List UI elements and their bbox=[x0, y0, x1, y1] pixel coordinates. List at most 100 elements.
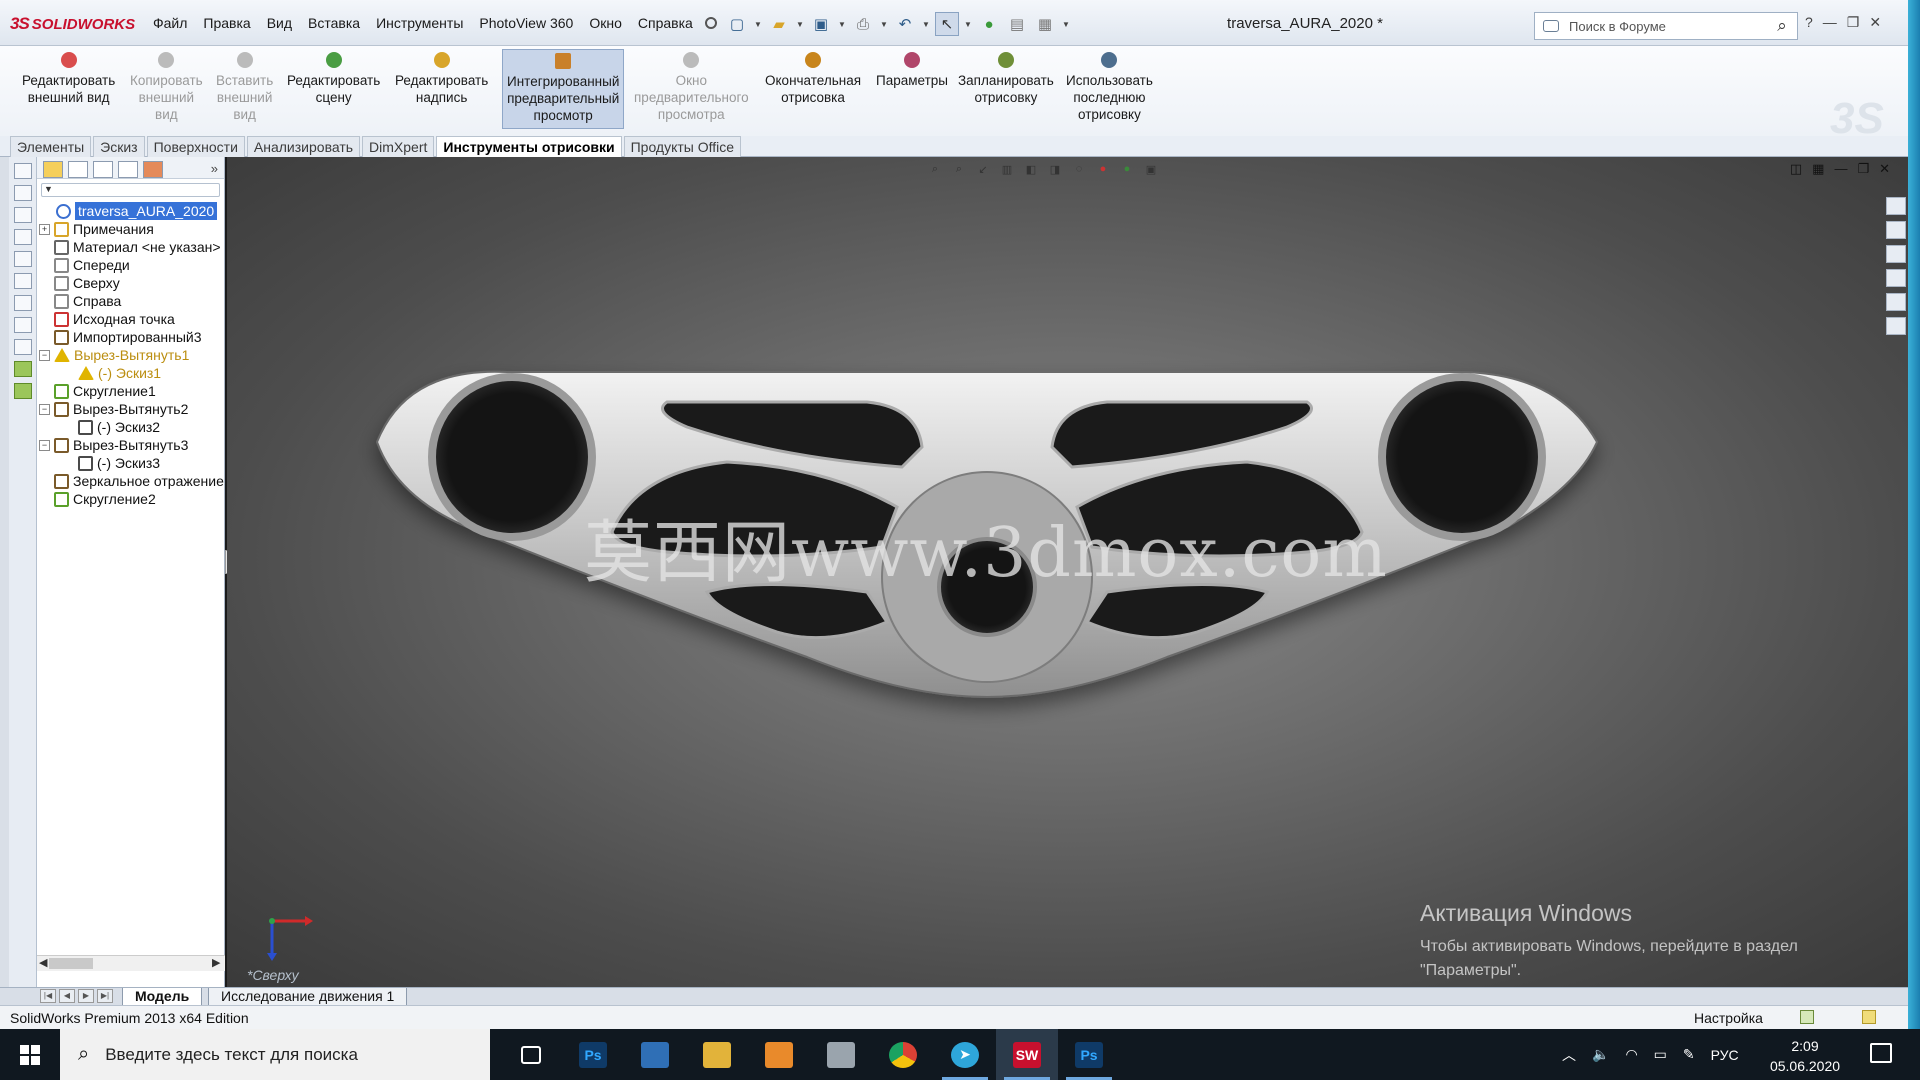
menu-help[interactable]: Справка bbox=[630, 8, 701, 38]
minimize-icon[interactable]: — bbox=[1823, 14, 1837, 31]
design-library-icon[interactable] bbox=[1886, 221, 1906, 239]
solidworks-resources-icon[interactable] bbox=[1886, 197, 1906, 215]
print-dropdown-icon[interactable]: ▼ bbox=[879, 20, 889, 29]
new-dropdown-icon[interactable]: ▼ bbox=[753, 20, 763, 29]
open-dropdown-icon[interactable]: ▼ bbox=[795, 20, 805, 29]
feature-manager-tab-icon[interactable] bbox=[43, 161, 63, 178]
viewport-restore-icon[interactable]: ❐ bbox=[1857, 161, 1869, 177]
printer-app[interactable] bbox=[810, 1029, 872, 1080]
split-vertical-icon[interactable]: ▦ bbox=[1812, 161, 1824, 177]
edit-appearance-hud-icon[interactable]: ● bbox=[1095, 161, 1111, 177]
file-properties-icon[interactable]: ▤ bbox=[1005, 12, 1029, 36]
first-tab-icon[interactable]: |◀ bbox=[40, 989, 56, 1003]
configuration-manager-tab-icon[interactable] bbox=[93, 161, 113, 178]
previous-view-icon[interactable]: ↙ bbox=[975, 161, 991, 177]
paste-appearance-button[interactable]: Вставить внешний вид bbox=[216, 52, 273, 123]
options-button[interactable]: Параметры bbox=[876, 52, 948, 89]
customize-menu[interactable]: Настройка bbox=[1694, 1010, 1763, 1026]
schedule-render-button[interactable]: Запланировать отрисовку bbox=[958, 52, 1054, 106]
tab-render-tools[interactable]: Инструменты отрисовки bbox=[436, 136, 622, 157]
copy-appearance-button[interactable]: Копировать внешний вид bbox=[130, 52, 203, 123]
network-icon[interactable]: ◠ bbox=[1625, 1046, 1637, 1063]
pen-icon[interactable]: ✎ bbox=[1683, 1046, 1695, 1063]
collapse-icon[interactable]: − bbox=[39, 403, 50, 415]
point-tool-icon[interactable] bbox=[14, 229, 32, 245]
battery-icon[interactable]: ▭ bbox=[1654, 1046, 1667, 1063]
custom-properties-icon[interactable] bbox=[1886, 317, 1906, 335]
options-dropdown-icon[interactable]: ▼ bbox=[1061, 20, 1071, 29]
view-orientation-icon[interactable]: ◧ bbox=[1023, 161, 1039, 177]
status-rebuild-icon[interactable] bbox=[1862, 1010, 1876, 1024]
menu-tools[interactable]: Инструменты bbox=[368, 8, 471, 38]
rebuild-traffic-light-icon[interactable]: ● bbox=[977, 12, 1001, 36]
options-gear-icon[interactable]: ▦ bbox=[1033, 12, 1057, 36]
status-help-icon[interactable] bbox=[1800, 1010, 1814, 1024]
integrated-preview-button[interactable]: Интегрированный предварительный просмотр bbox=[502, 49, 625, 129]
search-placeholder[interactable]: Поиск в Форуме bbox=[1569, 19, 1767, 34]
help-icon[interactable]: ? bbox=[1805, 14, 1813, 31]
chrome-app[interactable] bbox=[872, 1029, 934, 1080]
sketch-tool-icon[interactable] bbox=[14, 163, 32, 179]
tab-sketch[interactable]: Эскиз bbox=[93, 136, 145, 157]
undo-icon[interactable]: ↶ bbox=[893, 12, 917, 36]
viewport-close-icon[interactable]: ✕ bbox=[1879, 161, 1890, 177]
scroll-right-icon[interactable]: ▶ bbox=[212, 956, 220, 969]
last-tab-icon[interactable]: ▶| bbox=[97, 989, 113, 1003]
green-tool-2-icon[interactable] bbox=[14, 383, 32, 399]
scroll-left-icon[interactable]: ◀ bbox=[39, 956, 47, 969]
preview-window-button[interactable]: Окно предварительного просмотра bbox=[634, 52, 749, 123]
solidworks-logo[interactable]: 3S SOLIDWORKS bbox=[10, 12, 135, 36]
display-style-icon[interactable]: ◨ bbox=[1047, 161, 1063, 177]
display-tool-icon[interactable] bbox=[14, 339, 32, 355]
menu-edit[interactable]: Правка bbox=[195, 8, 258, 38]
expand-panel-icon[interactable]: » bbox=[211, 161, 218, 176]
menu-view[interactable]: Вид bbox=[259, 8, 300, 38]
axis-tool-icon[interactable] bbox=[14, 207, 32, 223]
edit-decal-button[interactable]: Редактировать надпись bbox=[395, 52, 488, 106]
split-horizontal-icon[interactable]: ◫ bbox=[1790, 161, 1802, 177]
tray-chevron-icon[interactable]: ︿ bbox=[1562, 1045, 1576, 1065]
dimxpert-manager-tab-icon[interactable] bbox=[118, 161, 138, 178]
plane-tool-icon[interactable] bbox=[14, 185, 32, 201]
restore-icon[interactable]: ❐ bbox=[1847, 14, 1860, 31]
start-button[interactable] bbox=[0, 1029, 60, 1080]
tab-evaluate[interactable]: Анализировать bbox=[246, 136, 361, 157]
prev-tab-icon[interactable]: ◀ bbox=[59, 989, 75, 1003]
save-dropdown-icon[interactable]: ▼ bbox=[837, 20, 847, 29]
forum-search-box[interactable]: Поиск в Форуме ⌕ bbox=[1534, 12, 1798, 40]
collapse-icon[interactable]: − bbox=[39, 349, 50, 361]
final-render-button[interactable]: Окончательная отрисовка bbox=[765, 52, 861, 106]
tab-model[interactable]: Модель bbox=[122, 988, 203, 1006]
pin-menu-icon[interactable] bbox=[704, 17, 717, 29]
input-language[interactable]: РУС bbox=[1711, 1047, 1739, 1063]
view-palette-icon[interactable] bbox=[1886, 269, 1906, 287]
photoshop-2-app[interactable]: Ps bbox=[1058, 1029, 1120, 1080]
tree-filter-input[interactable]: ▼ bbox=[41, 183, 220, 197]
save-icon[interactable]: ▣ bbox=[809, 12, 833, 36]
edit-appearance-button[interactable]: Редактировать внешний вид bbox=[22, 52, 115, 106]
tab-surfaces[interactable]: Поверхности bbox=[146, 136, 245, 157]
open-folder-icon[interactable]: ▰ bbox=[767, 12, 791, 36]
measure-tool-icon[interactable] bbox=[14, 273, 32, 289]
search-icon[interactable]: ⌕ bbox=[1767, 16, 1797, 36]
taskbar-clock[interactable]: 2:09 05.06.2020 bbox=[1760, 1036, 1850, 1076]
smart-dimension-icon[interactable] bbox=[14, 317, 32, 333]
property-manager-tab-icon[interactable] bbox=[68, 161, 88, 178]
view-settings-icon[interactable]: ▣ bbox=[1143, 161, 1159, 177]
graphics-area[interactable]: ⌕ ⌕ ↙ ▥ ◧ ◨ ◌ ● ● ▣ ◫ ▦ — ❐ ✕ 莫西网www.3dm… bbox=[227, 157, 1908, 987]
expand-icon[interactable]: + bbox=[39, 223, 50, 235]
recall-last-render-button[interactable]: Использовать последнюю отрисовку bbox=[1066, 52, 1153, 123]
menu-file[interactable]: Файл bbox=[145, 8, 195, 38]
tab-features[interactable]: Элементы bbox=[10, 136, 92, 157]
hide-show-items-icon[interactable]: ◌ bbox=[1071, 161, 1087, 177]
solidworks-app[interactable]: SW bbox=[996, 1029, 1058, 1080]
print-icon[interactable]: ⎙ bbox=[851, 12, 875, 36]
menu-insert[interactable]: Вставка bbox=[300, 8, 368, 38]
appearances-scenes-icon[interactable] bbox=[1886, 293, 1906, 311]
file-explorer-icon[interactable] bbox=[1886, 245, 1906, 263]
taskbar-search-box[interactable]: ⌕ Введите здесь текст для поиска bbox=[60, 1029, 490, 1080]
green-tool-icon[interactable] bbox=[14, 361, 32, 377]
notifications-icon[interactable] bbox=[1870, 1043, 1892, 1063]
close-icon[interactable]: ✕ bbox=[1869, 14, 1881, 31]
tree-horizontal-scrollbar[interactable]: ◀ ▶ bbox=[37, 955, 225, 971]
